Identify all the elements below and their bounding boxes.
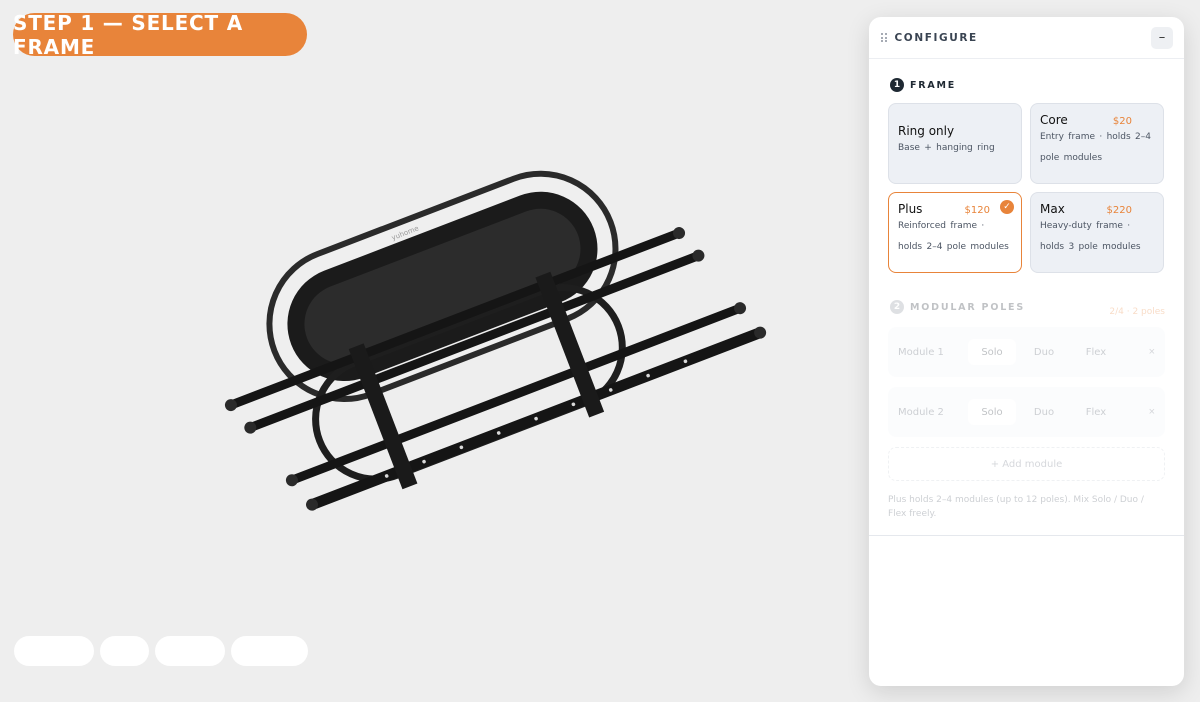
- frame-option-name: Plus: [898, 202, 923, 216]
- remove-module-button[interactable]: ×: [1149, 346, 1155, 358]
- module-type-selector: Solo Duo Flex: [968, 339, 1120, 365]
- frame-option-desc: Entry frame · holds 2–4 pole modules: [1040, 132, 1152, 163]
- add-module-button[interactable]: + Add module: [888, 447, 1165, 481]
- frame-option-name: Core: [1040, 113, 1068, 127]
- remove-module-button[interactable]: ×: [1149, 406, 1155, 418]
- configure-panel: CONFIGURE – 1 FRAME Ring only Base + han…: [869, 17, 1184, 686]
- minimize-button[interactable]: –: [1151, 26, 1173, 49]
- module-label: Module 2: [898, 406, 944, 418]
- module-type-selector: Solo Duo Flex: [968, 399, 1120, 425]
- frame-option-price: $20: [1112, 116, 1132, 127]
- poles-help-text: Plus holds 2–4 modules (up to 12 poles).…: [888, 495, 1144, 519]
- view-chip-4[interactable]: [231, 636, 308, 666]
- module-option-flex[interactable]: Flex: [1072, 339, 1120, 365]
- drag-handle-icon[interactable]: [881, 33, 887, 42]
- panel-header[interactable]: CONFIGURE –: [869, 17, 1184, 59]
- view-chip-1[interactable]: [14, 636, 94, 666]
- selected-check-icon: ✓: [1000, 200, 1014, 214]
- frame-option-max[interactable]: Max $220 Heavy-duty frame · holds 3 pole…: [1030, 192, 1164, 273]
- frame-section-label: FRAME: [910, 79, 957, 91]
- frame-option-desc: Base + hanging ring: [898, 143, 995, 153]
- step-number-badge: 2: [890, 300, 904, 314]
- step-banner: STEP 1 — SELECT A FRAME: [13, 11, 307, 59]
- frame-section-header: 1 FRAME: [890, 78, 1184, 92]
- view-chip-2[interactable]: [100, 636, 149, 666]
- frame-option-price: $120: [964, 205, 990, 216]
- frame-option-name: Max: [1040, 202, 1065, 216]
- view-chip-row: [14, 636, 308, 666]
- module-label: Module 1: [898, 346, 944, 358]
- pole-count: 2/4 · 2 poles: [1109, 307, 1165, 317]
- poles-section-label: MODULAR POLES: [910, 301, 1025, 313]
- view-chip-3[interactable]: [155, 636, 225, 666]
- frame-option-core[interactable]: Core $20 Entry frame · holds 2–4 pole mo…: [1030, 103, 1164, 184]
- poles-section-header: 2 MODULAR POLES 2/4 · 2 poles: [890, 297, 1165, 317]
- module-option-solo[interactable]: Solo: [968, 399, 1016, 425]
- module-row-1: Module 1 Solo Duo Flex ×: [888, 327, 1165, 377]
- module-row-2: Module 2 Solo Duo Flex ×: [888, 387, 1165, 437]
- module-option-duo[interactable]: Duo: [1020, 339, 1068, 365]
- frame-option-ring-only[interactable]: Ring only Base + hanging ring: [888, 103, 1022, 184]
- panel-divider: [869, 535, 1184, 536]
- module-option-solo[interactable]: Solo: [968, 339, 1016, 365]
- module-option-duo[interactable]: Duo: [1020, 399, 1068, 425]
- frame-option-price: $220: [1106, 205, 1132, 216]
- module-option-flex[interactable]: Flex: [1072, 399, 1120, 425]
- frame-options: Ring only Base + hanging ring Core $20 E…: [888, 103, 1184, 273]
- frame-option-desc: Heavy-duty frame · holds 3 pole modules: [1040, 221, 1141, 252]
- frame-option-name: Ring only: [898, 124, 955, 138]
- step-number-badge: 1: [890, 78, 904, 92]
- frame-option-desc: Reinforced frame · holds 2–4 pole module…: [898, 221, 1009, 252]
- frame-option-plus[interactable]: Plus $120 Reinforced frame · holds 2–4 p…: [888, 192, 1022, 273]
- panel-title: CONFIGURE: [894, 31, 978, 44]
- modular-poles-section: 2 MODULAR POLES 2/4 · 2 poles Module 1 S…: [869, 297, 1184, 521]
- product-3d-viewer[interactable]: yuhome: [150, 150, 770, 570]
